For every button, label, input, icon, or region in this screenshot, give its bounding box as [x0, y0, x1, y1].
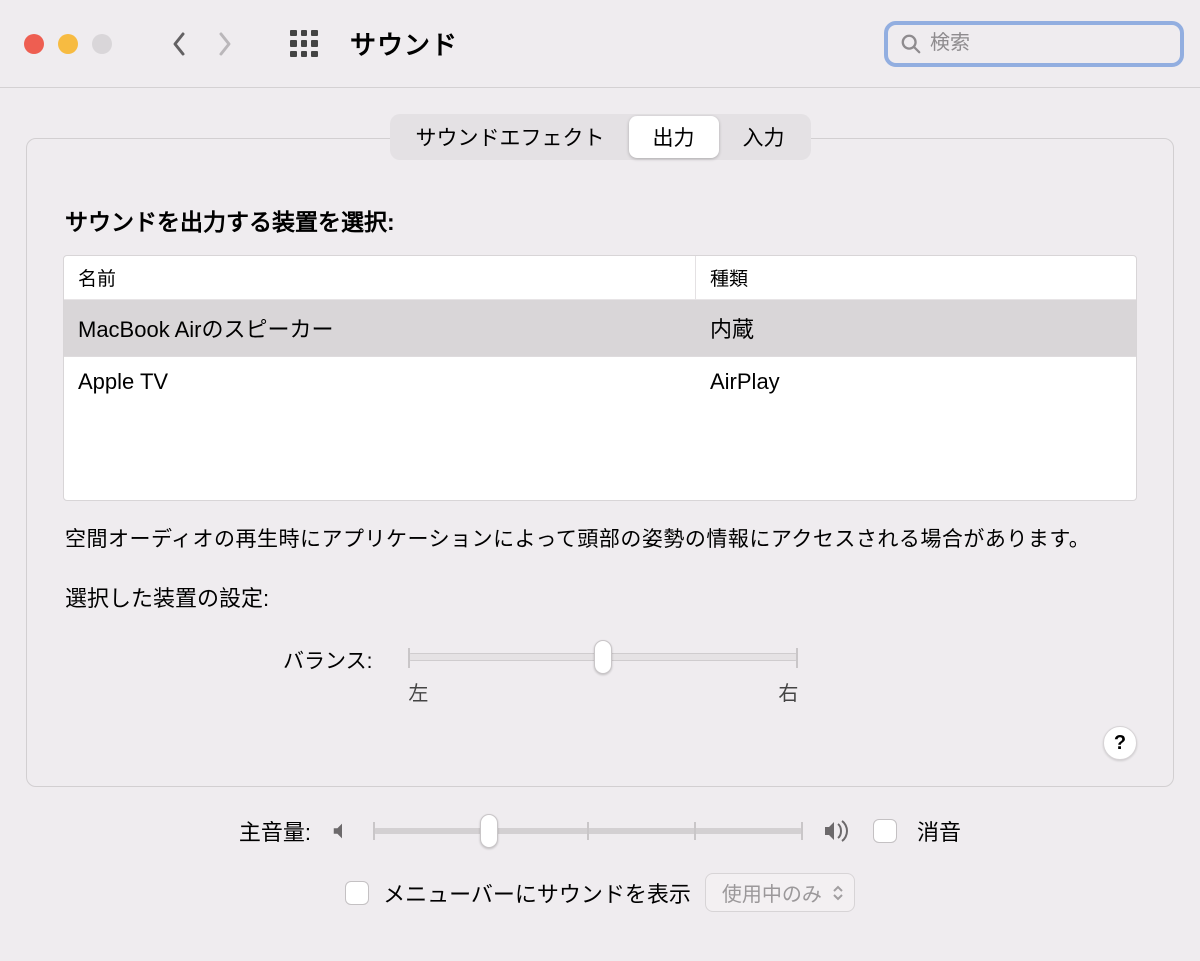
minimize-window-button[interactable]: [58, 34, 78, 54]
search-input[interactable]: [930, 32, 1168, 55]
col-type[interactable]: 種類: [696, 256, 1136, 300]
window-controls: [24, 34, 112, 54]
balance-slider[interactable]: [408, 653, 798, 661]
close-window-button[interactable]: [24, 34, 44, 54]
balance-right-label: 右: [778, 677, 798, 706]
main-volume-thumb[interactable]: [480, 814, 498, 848]
balance-left-label: 左: [408, 677, 428, 706]
show-in-menubar-checkbox[interactable]: [345, 881, 369, 905]
window-titlebar: サウンド: [0, 0, 1200, 88]
content-area: サウンドエフェクト 出力 入力 サウンドを出力する装置を選択: 名前 種類 Ma…: [0, 114, 1200, 932]
forward-button[interactable]: [210, 24, 240, 64]
show-all-prefs-button[interactable]: [290, 30, 318, 58]
help-button[interactable]: ?: [1103, 726, 1137, 760]
tab-output[interactable]: 出力: [629, 116, 719, 158]
selected-device-settings-heading: 選択した装置の設定:: [65, 581, 1135, 613]
tab-sound-effects[interactable]: サウンドエフェクト: [392, 116, 629, 158]
device-name: MacBook Airのスピーカー: [64, 300, 696, 357]
device-name: Apple TV: [64, 357, 696, 407]
tab-input[interactable]: 入力: [719, 116, 809, 158]
balance-label: バランス:: [283, 645, 372, 675]
volume-high-icon: [823, 819, 853, 843]
table-header: 名前 種類: [64, 256, 1136, 300]
device-row[interactable]: MacBook Airのスピーカー 内蔵: [64, 300, 1136, 357]
menubar-visibility-value: 使用中のみ: [722, 878, 822, 907]
mute-checkbox[interactable]: [873, 819, 897, 843]
device-type: AirPlay: [696, 357, 1136, 407]
menubar-visibility-popup[interactable]: 使用中のみ: [705, 873, 855, 912]
mute-label: 消音: [917, 815, 961, 847]
main-volume-label: 主音量:: [239, 815, 311, 847]
popup-chevron-icon: [832, 885, 844, 901]
back-button[interactable]: [164, 24, 194, 64]
output-device-table: 名前 種類 MacBook Airのスピーカー 内蔵 Apple TV AirP…: [63, 255, 1137, 501]
main-volume-row: 主音量: 消音: [239, 815, 961, 847]
balance-slider-thumb[interactable]: [594, 640, 612, 674]
balance-control: バランス: 左 右: [283, 645, 1137, 706]
device-type: 内蔵: [696, 300, 1136, 357]
search-field[interactable]: [884, 21, 1184, 67]
choose-device-heading: サウンドを出力する装置を選択:: [65, 203, 1137, 237]
global-sound-controls: 主音量: 消音 メニューバーにサウンドを表示: [26, 815, 1174, 912]
show-in-menubar-row: メニューバーにサウンドを表示 使用中のみ: [345, 873, 855, 912]
output-settings-panel: サウンドを出力する装置を選択: 名前 種類 MacBook Airのスピーカー …: [26, 138, 1174, 787]
window-title: サウンド: [350, 25, 458, 62]
col-name[interactable]: 名前: [64, 256, 696, 300]
search-icon: [900, 33, 922, 55]
zoom-window-button[interactable]: [92, 34, 112, 54]
device-row[interactable]: Apple TV AirPlay: [64, 357, 1136, 407]
volume-low-icon: [331, 820, 353, 842]
main-volume-slider[interactable]: [373, 826, 803, 836]
spatial-audio-note: 空間オーディオの再生時にアプリケーションによって頭部の姿勢の情報にアクセスされる…: [65, 523, 1135, 553]
show-in-menubar-label: メニューバーにサウンドを表示: [383, 877, 691, 909]
